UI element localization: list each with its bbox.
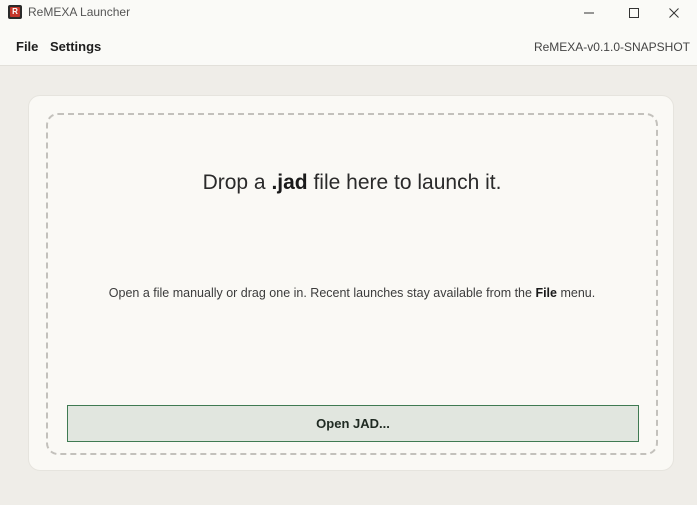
menu-settings[interactable]: Settings — [50, 39, 101, 54]
maximize-icon — [629, 8, 639, 18]
app-icon: R — [8, 5, 22, 19]
open-jad-button[interactable]: Open JAD... — [67, 405, 639, 442]
menu-file[interactable]: File — [16, 39, 38, 54]
file-menu-reference: File — [535, 286, 557, 300]
menu-bar: File Settings ReMEXA-v0.1.0-SNAPSHOT — [0, 26, 697, 66]
drop-subtitle: Open a file manually or drag one in. Rec… — [108, 286, 596, 300]
title-bar: R ReMEXA Launcher — [0, 0, 697, 26]
drop-title: Drop a .jad file here to launch it. — [202, 171, 502, 194]
file-extension: .jad — [271, 171, 308, 194]
window-title: ReMEXA Launcher — [28, 5, 131, 19]
drop-zone[interactable]: Drop a .jad file here to launch it. Open… — [46, 113, 658, 455]
close-icon — [669, 8, 679, 18]
close-button[interactable] — [651, 0, 697, 26]
minimize-button[interactable] — [566, 0, 612, 26]
version-label: ReMEXA-v0.1.0-SNAPSHOT — [533, 40, 690, 54]
launcher-card: Drop a .jad file here to launch it. Open… — [28, 95, 674, 471]
minimize-icon — [584, 12, 594, 14]
